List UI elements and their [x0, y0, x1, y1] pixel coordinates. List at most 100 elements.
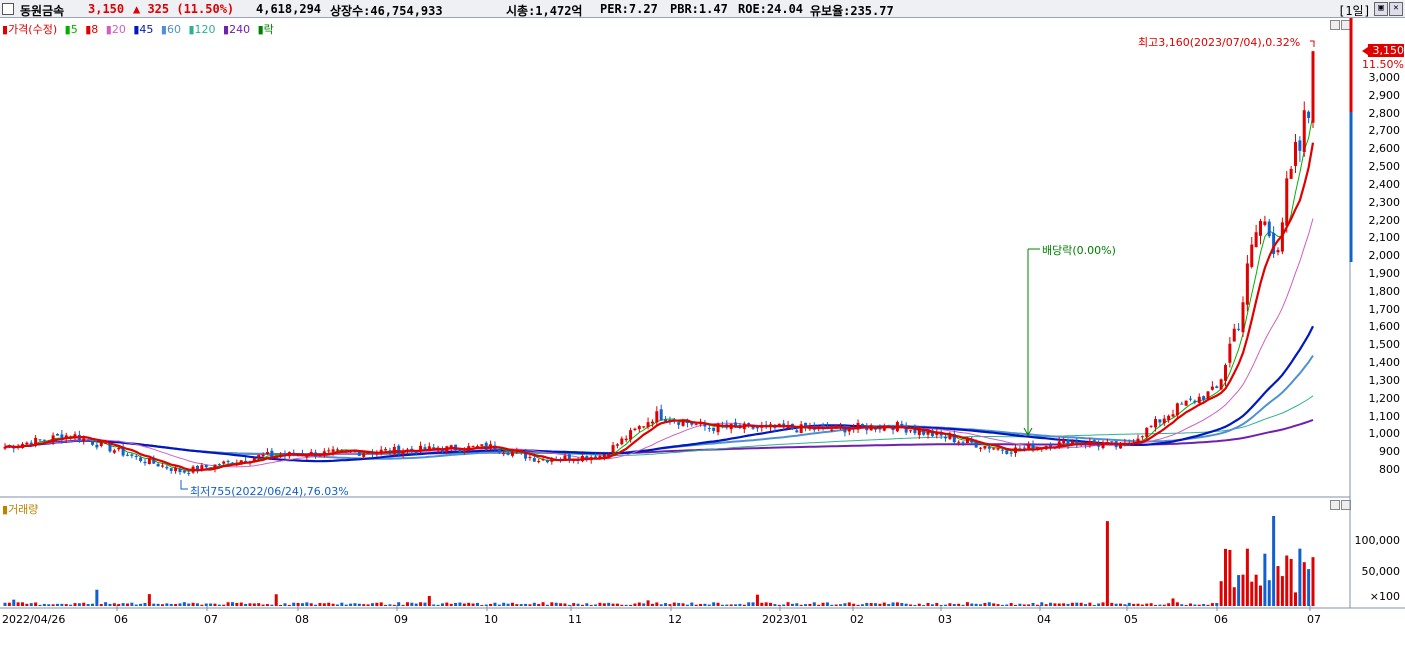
- volume-bar: [703, 603, 707, 606]
- volume-bar: [64, 604, 68, 606]
- date-label: 12: [668, 613, 682, 626]
- volume-bar: [265, 604, 269, 606]
- date-label: 06: [1214, 613, 1228, 626]
- candle-body: [42, 439, 46, 441]
- volume-bar: [25, 603, 29, 606]
- volume-bar: [642, 603, 646, 606]
- volume-bar: [204, 603, 208, 606]
- volume-tick: 50,000: [1361, 565, 1401, 578]
- volume-bar: [567, 604, 571, 606]
- candle-body: [134, 456, 138, 458]
- volume-bar: [121, 603, 125, 606]
- volume-bar: [1119, 603, 1123, 606]
- candle-body: [1175, 403, 1179, 416]
- volume-bar: [7, 602, 11, 606]
- volume-bar: [239, 602, 243, 606]
- volume-bar: [1079, 602, 1083, 606]
- candle-body: [1241, 302, 1245, 333]
- volume-bar: [519, 604, 523, 606]
- volume-bar: [410, 602, 414, 606]
- volume-bar: [169, 603, 173, 606]
- volume-bar: [909, 604, 913, 606]
- candle-body: [362, 453, 366, 457]
- volume-bar: [349, 603, 353, 606]
- volume-bar: [1267, 580, 1271, 606]
- volume-bar: [532, 602, 536, 606]
- volume-bar: [882, 602, 886, 606]
- volume-bar: [318, 603, 322, 606]
- candle-body: [1180, 403, 1184, 405]
- candle-body: [948, 435, 952, 440]
- volume-bar: [524, 603, 528, 606]
- volume-bar: [423, 602, 427, 606]
- date-label: 07: [1307, 613, 1321, 626]
- volume-bar: [493, 602, 497, 606]
- price-tick: 1,200: [1368, 391, 1401, 405]
- candle-body: [799, 424, 803, 434]
- candle-body: [1167, 415, 1171, 421]
- volume-bar: [847, 602, 851, 606]
- volume-bar: [1294, 592, 1298, 606]
- volume-bar: [922, 605, 926, 606]
- volume-bar: [261, 604, 265, 606]
- volume-bar: [1097, 603, 1101, 606]
- volume-bar: [397, 602, 401, 606]
- volume-bar: [843, 603, 847, 606]
- candle-body: [458, 449, 462, 453]
- volume-bar: [445, 602, 449, 606]
- volume-bar: [209, 603, 213, 606]
- volume-bar: [327, 602, 331, 606]
- volume-bar: [817, 604, 821, 606]
- volume-bar: [545, 604, 549, 606]
- candle-body: [795, 430, 799, 433]
- candle-body: [147, 458, 151, 465]
- volume-bar: [690, 602, 694, 606]
- volume-bar: [664, 603, 668, 606]
- volume-bar: [825, 602, 829, 606]
- volume-bar: [362, 604, 366, 606]
- date-label: 05: [1124, 613, 1138, 626]
- candle-body: [821, 424, 825, 427]
- volume-bar: [939, 604, 943, 606]
- volume-bar: [287, 604, 291, 606]
- volume-bar: [1049, 602, 1053, 606]
- volume-bar: [1276, 566, 1280, 606]
- volume-bar: [1127, 602, 1131, 606]
- volume-bar: [712, 602, 716, 606]
- volume-bar: [563, 603, 567, 606]
- volume-bar: [305, 602, 309, 606]
- volume-bar: [1075, 602, 1079, 606]
- candle-body: [987, 447, 991, 449]
- volume-bar: [191, 602, 195, 606]
- price-chart[interactable]: [0, 0, 1405, 648]
- volume-bar: [856, 604, 860, 606]
- volume-bar: [589, 604, 593, 606]
- volume-bar: [790, 603, 794, 606]
- volume-bar: [987, 602, 991, 606]
- candle-body: [104, 442, 108, 444]
- volume-bar: [467, 602, 471, 606]
- volume-bar: [878, 603, 882, 606]
- volume-bar: [891, 602, 895, 606]
- candle-body: [462, 450, 466, 453]
- low-marker: [180, 480, 188, 490]
- candle-body: [650, 421, 654, 424]
- volume-bar: [1070, 602, 1074, 606]
- candle-body: [694, 424, 698, 426]
- candle-body: [335, 449, 339, 451]
- price-tick: 1,000: [1368, 427, 1401, 441]
- volume-bar: [270, 604, 274, 606]
- volume-bar: [1114, 603, 1118, 606]
- volume-bar: [1263, 553, 1267, 606]
- candle-body: [226, 461, 230, 463]
- volume-bar: [440, 603, 444, 606]
- volume-bar: [1014, 604, 1018, 606]
- candle-body: [1285, 178, 1289, 226]
- volume-bar: [160, 604, 164, 606]
- current-price-label: 3,150: [1368, 44, 1404, 57]
- candle-body: [1210, 386, 1214, 390]
- candle-body: [506, 453, 510, 455]
- candle-body: [82, 438, 86, 442]
- volume-bar: [1053, 603, 1057, 606]
- high-marker: [1310, 40, 1315, 47]
